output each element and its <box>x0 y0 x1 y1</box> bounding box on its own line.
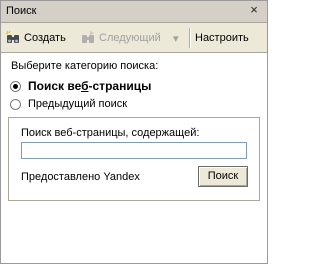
pane-title: Поиск <box>6 5 37 17</box>
customize-button[interactable]: Настроить <box>195 29 249 47</box>
customize-label: Настроить <box>195 32 249 44</box>
toolbar-separator <box>189 28 191 48</box>
binoculars-next-icon <box>82 31 94 43</box>
radio-previous-search[interactable]: Предыдущий поиск <box>10 98 127 110</box>
search-button[interactable]: Поиск <box>198 166 248 187</box>
new-search-button[interactable]: Создать <box>5 29 66 47</box>
search-field-label: Поиск веб-страницы, содержащей: <box>21 127 200 139</box>
provider-text: Предоставлено Yandex <box>21 171 140 183</box>
radio-previous-search-label: Предыдущий поиск <box>28 98 128 110</box>
chevron-down-icon: ▾ <box>173 32 179 45</box>
toolbar: Создать Следующий ▾ Настроить <box>1 23 267 53</box>
radio-web-search-label: Поиск веб-страницы <box>28 79 152 93</box>
radio-button[interactable] <box>10 80 21 92</box>
search-group-box: Поиск веб-страницы, содержащей: Предоста… <box>8 117 260 201</box>
search-input[interactable] <box>21 142 247 159</box>
search-pane: Поиск × Создать Следующий ▾ Настроить Вы… <box>0 0 268 264</box>
new-search-label: Создать <box>24 32 66 44</box>
next-dropdown-button[interactable]: ▾ <box>173 29 179 47</box>
radio-web-search[interactable]: Поиск веб-страницы <box>10 79 151 93</box>
next-label: Следующий <box>99 32 161 44</box>
close-icon[interactable]: × <box>247 3 261 17</box>
binoculars-new-icon <box>5 30 19 43</box>
radio-button[interactable] <box>10 98 21 110</box>
next-button[interactable]: Следующий <box>80 29 161 47</box>
title-bar: Поиск × <box>1 1 267 23</box>
category-prompt: Выберите категорию поиска: <box>11 60 159 72</box>
